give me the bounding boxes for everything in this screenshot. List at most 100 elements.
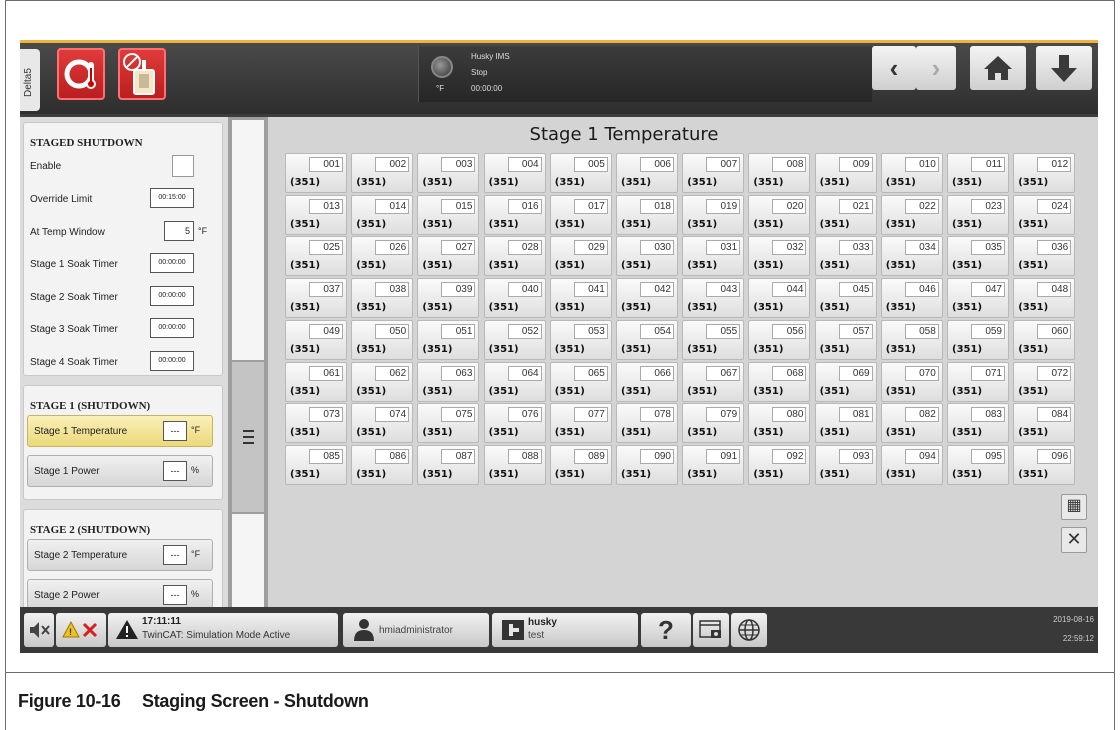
zone-tile[interactable]: 072 (351) [1013, 361, 1076, 402]
zone-tile[interactable]: 009 (351) [814, 153, 877, 193]
stage2-temperature-field[interactable]: --- [163, 545, 187, 565]
stage2-power-field[interactable]: --- [163, 585, 187, 605]
zone-tile[interactable]: 078 (351) [616, 403, 678, 444]
user-button[interactable]: hmiadministrator [343, 613, 489, 647]
zone-tile[interactable]: 005 (351) [549, 153, 612, 193]
stage3-soak-field[interactable]: 00:00:00 [150, 318, 194, 338]
zone-tile[interactable]: 024 (351) [1013, 194, 1076, 235]
zone-tile[interactable]: 013 (351) [285, 194, 347, 235]
zone-tile[interactable]: 052 (351) [483, 319, 546, 360]
zone-tile[interactable]: 050 (351) [351, 319, 414, 360]
home-button[interactable] [970, 46, 1026, 90]
zone-tile[interactable]: 036 (351) [1013, 236, 1076, 277]
stage1-temperature-field[interactable]: --- [163, 421, 187, 441]
stage-tab-lower[interactable] [232, 514, 264, 607]
zone-tile[interactable]: 079 (351) [682, 403, 745, 444]
stage1-temperature-button[interactable]: Stage 1 Temperature --- °F [27, 415, 213, 447]
zone-tile[interactable]: 066 (351) [616, 361, 678, 402]
download-button[interactable] [1036, 46, 1092, 90]
zone-tile[interactable]: 048 (351) [1013, 278, 1076, 319]
zone-tile[interactable]: 053 (351) [549, 319, 612, 360]
zone-tile[interactable]: 081 (351) [814, 403, 877, 444]
stage-tab-upper[interactable] [232, 120, 264, 360]
zone-tile[interactable]: 041 (351) [549, 278, 612, 319]
zone-tile[interactable]: 006 (351) [616, 153, 678, 193]
zone-tile[interactable]: 096 (351) [1013, 444, 1076, 485]
heater-disabled-button[interactable] [118, 48, 166, 100]
stage1-power-button[interactable]: Stage 1 Power --- % [27, 455, 213, 487]
zone-tile[interactable]: 014 (351) [351, 194, 414, 235]
zone-tile[interactable]: 082 (351) [880, 403, 943, 444]
zone-tile[interactable]: 084 (351) [1013, 403, 1076, 444]
zone-tile[interactable]: 088 (351) [483, 444, 546, 485]
zone-tile[interactable]: 019 (351) [682, 194, 745, 235]
zone-tile[interactable]: 094 (351) [880, 444, 943, 485]
zone-tile[interactable]: 077 (351) [549, 403, 612, 444]
zone-tile[interactable]: 007 (351) [682, 153, 745, 193]
zone-tile[interactable]: 021 (351) [814, 194, 877, 235]
zone-tile[interactable]: 044 (351) [748, 278, 811, 319]
zone-tile[interactable]: 074 (351) [351, 403, 414, 444]
zone-tile[interactable]: 055 (351) [682, 319, 745, 360]
zone-tile[interactable]: 015 (351) [417, 194, 480, 235]
clear-selection-icon[interactable]: ✕ [1061, 527, 1087, 553]
zone-tile[interactable]: 083 (351) [947, 403, 1009, 444]
language-button[interactable] [731, 613, 767, 647]
enable-checkbox[interactable] [172, 155, 194, 177]
zone-tile[interactable]: 037 (351) [285, 278, 347, 319]
stage1-soak-field[interactable]: 00:00:00 [150, 253, 194, 273]
zone-tile[interactable]: 064 (351) [483, 361, 546, 402]
back-button[interactable]: ‹ [872, 46, 916, 90]
zone-tile[interactable]: 062 (351) [351, 361, 414, 402]
zone-tile[interactable]: 031 (351) [682, 236, 745, 277]
zone-tile[interactable]: 047 (351) [947, 278, 1009, 319]
zone-tile[interactable]: 065 (351) [549, 361, 612, 402]
zone-tile[interactable]: 029 (351) [549, 236, 612, 277]
mold-button[interactable]: husky test [492, 613, 638, 647]
zone-tile[interactable]: 056 (351) [748, 319, 811, 360]
alarm-banner[interactable]: 17:11:11 TwinCAT: Simulation Mode Active [108, 613, 338, 647]
zone-tile[interactable]: 032 (351) [748, 236, 811, 277]
zone-tile[interactable]: 087 (351) [417, 444, 480, 485]
zone-tile[interactable]: 001 (351) [285, 153, 347, 193]
temperature-alarm-button[interactable] [57, 48, 105, 100]
zone-tile[interactable]: 011 (351) [947, 153, 1009, 193]
stage-tab-active[interactable] [232, 362, 264, 512]
zone-tile[interactable]: 061 (351) [285, 361, 347, 402]
zone-tile[interactable]: 028 (351) [483, 236, 546, 277]
zone-tile[interactable]: 017 (351) [549, 194, 612, 235]
zone-tile[interactable]: 093 (351) [814, 444, 877, 485]
zone-tile[interactable]: 085 (351) [285, 444, 347, 485]
zone-tile[interactable]: 025 (351) [285, 236, 347, 277]
zone-tile[interactable]: 070 (351) [880, 361, 943, 402]
zone-tile[interactable]: 002 (351) [351, 153, 414, 193]
zone-tile[interactable]: 086 (351) [351, 444, 414, 485]
zone-tile[interactable]: 075 (351) [417, 403, 480, 444]
zone-tile[interactable]: 008 (351) [748, 153, 811, 193]
override-limit-field[interactable]: 00:15:00 [150, 188, 194, 208]
zone-tile[interactable]: 067 (351) [682, 361, 745, 402]
at-temp-window-field[interactable]: 5 [164, 221, 194, 241]
zone-tile[interactable]: 027 (351) [417, 236, 480, 277]
zone-tile[interactable]: 010 (351) [880, 153, 943, 193]
zone-tile[interactable]: 059 (351) [947, 319, 1009, 360]
zone-tile[interactable]: 016 (351) [483, 194, 546, 235]
zone-tile[interactable]: 040 (351) [483, 278, 546, 319]
stage4-soak-field[interactable]: 00:00:00 [150, 351, 194, 371]
side-tab[interactable]: Delta5 [20, 49, 40, 111]
zone-tile[interactable]: 057 (351) [814, 319, 877, 360]
stage1-power-field[interactable]: --- [163, 461, 187, 481]
zone-tile[interactable]: 030 (351) [616, 236, 678, 277]
zone-tile[interactable]: 046 (351) [880, 278, 943, 319]
zone-tile[interactable]: 073 (351) [285, 403, 347, 444]
zone-tile[interactable]: 092 (351) [748, 444, 811, 485]
zone-tile[interactable]: 039 (351) [417, 278, 480, 319]
zone-tile[interactable]: 091 (351) [682, 444, 745, 485]
zone-tile[interactable]: 018 (351) [616, 194, 678, 235]
zone-tile[interactable]: 042 (351) [616, 278, 678, 319]
zone-tile[interactable]: 063 (351) [417, 361, 480, 402]
zone-tile[interactable]: 043 (351) [682, 278, 745, 319]
zone-tile[interactable]: 045 (351) [814, 278, 877, 319]
zone-tile[interactable]: 049 (351) [285, 319, 347, 360]
zone-tile[interactable]: 012 (351) [1013, 153, 1076, 193]
